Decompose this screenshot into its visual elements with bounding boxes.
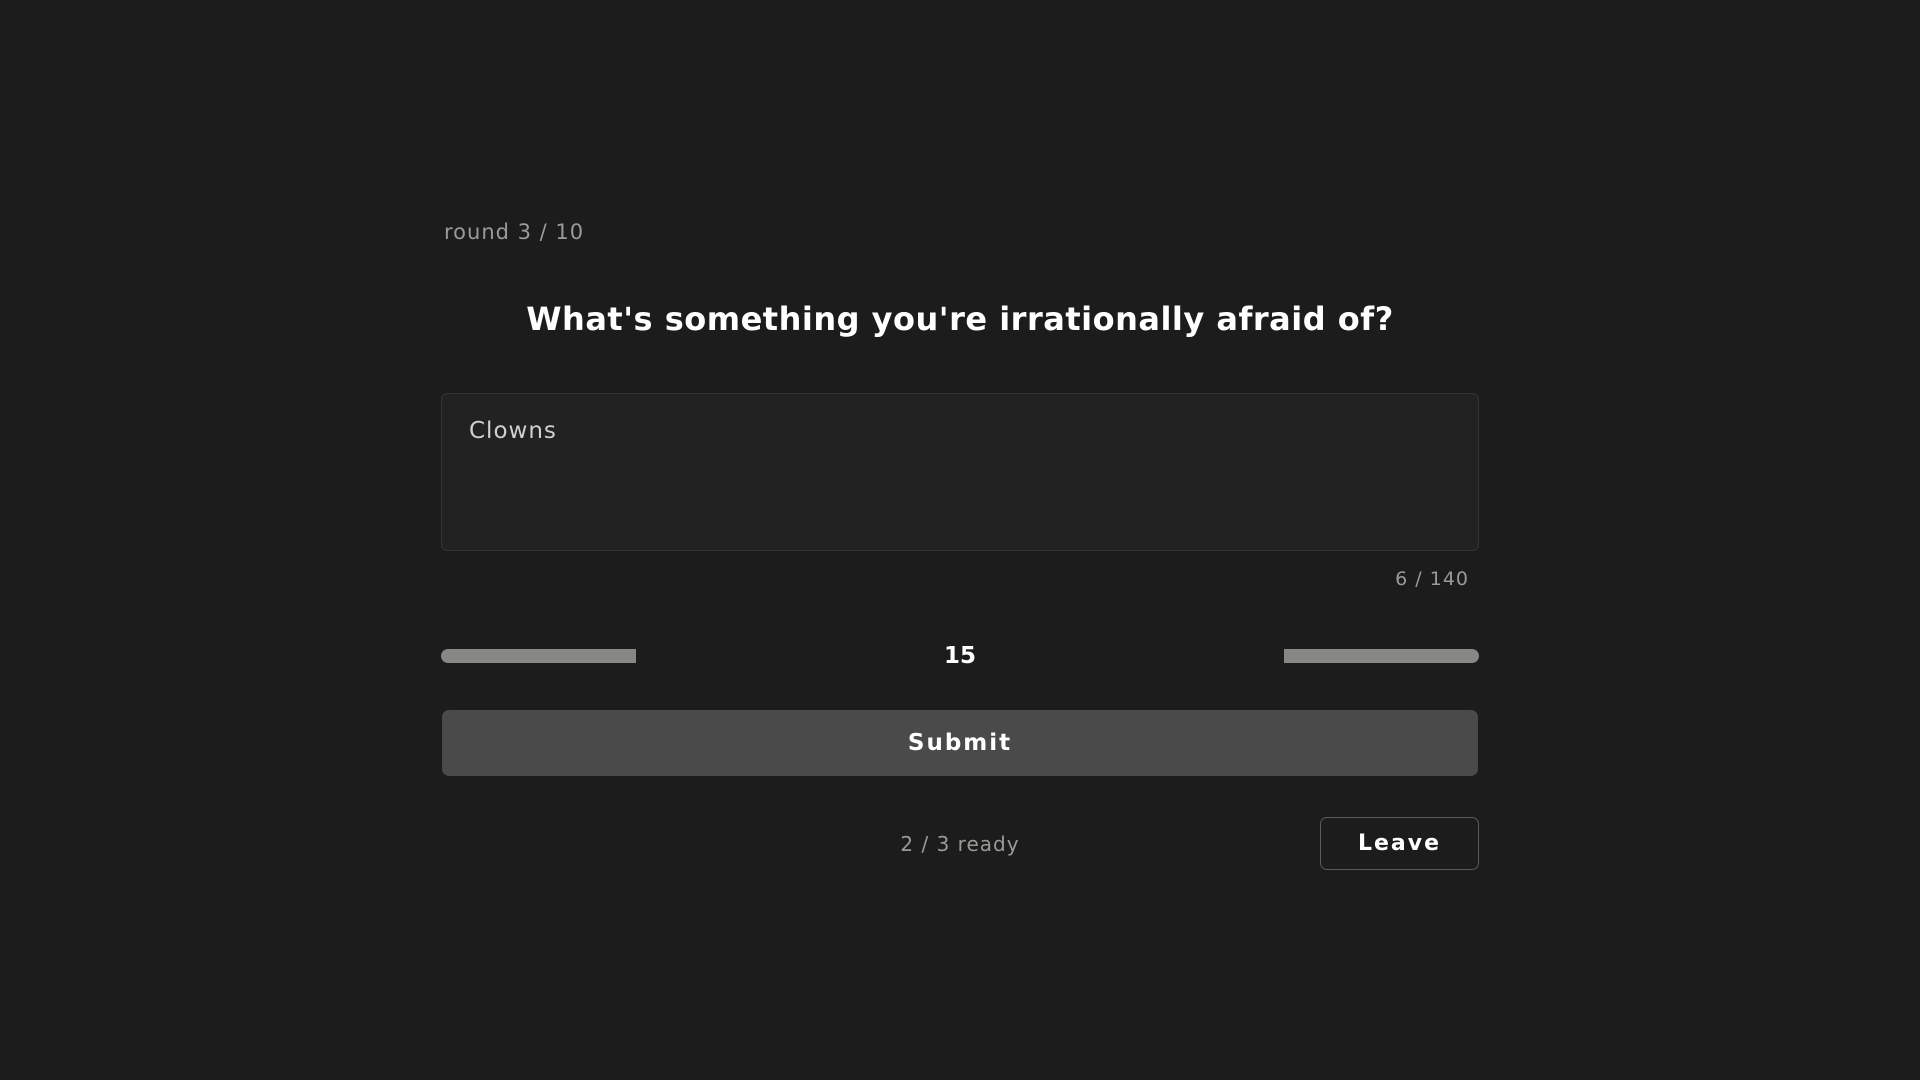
character-counter: 6 / 140 — [1395, 568, 1469, 590]
answer-box[interactable] — [441, 393, 1479, 551]
prompt-question: What's something you're irrationally afr… — [526, 300, 1394, 338]
leave-button[interactable]: Leave — [1320, 817, 1479, 870]
timer-fill-right — [1284, 649, 1479, 663]
timer-bar-right — [960, 649, 1479, 663]
answer-input[interactable] — [469, 418, 1451, 526]
countdown-timer: 15 — [441, 640, 1479, 670]
submit-button[interactable]: Submit — [442, 710, 1478, 776]
game-round-panel: round 3 / 10 What's something you're irr… — [441, 0, 1479, 1080]
round-indicator: round 3 / 10 — [444, 220, 585, 244]
